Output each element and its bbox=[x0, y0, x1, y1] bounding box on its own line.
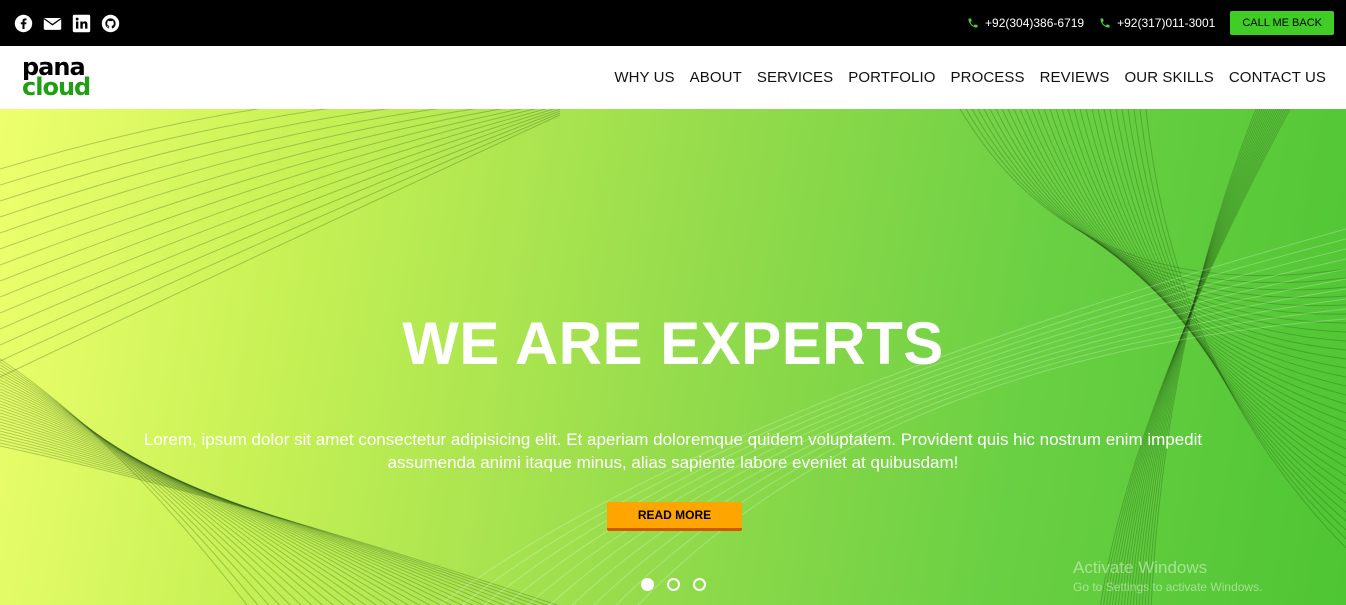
watermark-title: Activate Windows bbox=[1073, 558, 1208, 577]
nav-item-reviews[interactable]: REVIEWS bbox=[1040, 69, 1110, 86]
phone-link-2[interactable]: +92(317)011-3001 bbox=[1099, 16, 1215, 30]
logo-text-bottom: cloud bbox=[22, 72, 91, 101]
phone-link-1[interactable]: +92(304)386-6719 bbox=[967, 16, 1084, 30]
carousel-indicators bbox=[641, 578, 706, 591]
carousel-dot-1[interactable] bbox=[641, 578, 654, 591]
nav-item-about[interactable]: ABOUT bbox=[690, 69, 742, 86]
nav-item-why-us[interactable]: WHY US bbox=[614, 69, 674, 86]
top-bar: +92(304)386-6719 +92(317)011-3001 CALL M… bbox=[0, 0, 1346, 46]
windows-activation-watermark: Activate Windows Go to Settings to activ… bbox=[1073, 558, 1262, 594]
email-icon[interactable] bbox=[43, 14, 62, 33]
phone-number-1: +92(304)386-6719 bbox=[985, 16, 1085, 30]
nav-item-services[interactable]: SERVICES bbox=[757, 69, 833, 86]
call-me-back-button[interactable]: CALL ME BACK bbox=[1230, 11, 1334, 35]
hero-title: WE ARE EXPERTS bbox=[402, 310, 944, 377]
phone-icon bbox=[968, 18, 978, 28]
phone-icon bbox=[1100, 18, 1110, 28]
contact-info: +92(304)386-6719 +92(317)011-3001 CALL M… bbox=[967, 11, 1334, 35]
nav-item-process[interactable]: PROCESS bbox=[951, 69, 1025, 86]
read-more-button[interactable]: READ MORE bbox=[607, 502, 742, 531]
hero-description: Lorem, ipsum dolor sit amet consectetur … bbox=[143, 430, 1203, 472]
nav-item-contact-us[interactable]: CONTACT US bbox=[1229, 69, 1326, 86]
phone-number-2: +92(317)011-3001 bbox=[1117, 16, 1216, 30]
nav-item-our-skills[interactable]: OUR SKILLS bbox=[1125, 69, 1214, 86]
carousel-dot-2[interactable] bbox=[667, 578, 680, 591]
main-nav: WHY US ABOUT SERVICES PORTFOLIO PROCESS … bbox=[599, 69, 1326, 86]
watermark-subtitle: Go to Settings to activate Windows. bbox=[1073, 580, 1263, 594]
linkedin-icon[interactable] bbox=[72, 14, 91, 33]
navbar: pana cloud WHY US ABOUT SERVICES PORTFOL… bbox=[0, 46, 1346, 109]
nav-item-portfolio[interactable]: PORTFOLIO bbox=[848, 69, 935, 86]
logo[interactable]: pana cloud bbox=[22, 55, 91, 101]
facebook-icon[interactable] bbox=[14, 14, 33, 33]
carousel-dot-3[interactable] bbox=[693, 578, 706, 591]
hero-carousel: WE ARE EXPERTS Lorem, ipsum dolor sit am… bbox=[0, 109, 1346, 605]
github-icon[interactable] bbox=[101, 14, 120, 33]
social-links bbox=[14, 14, 120, 33]
